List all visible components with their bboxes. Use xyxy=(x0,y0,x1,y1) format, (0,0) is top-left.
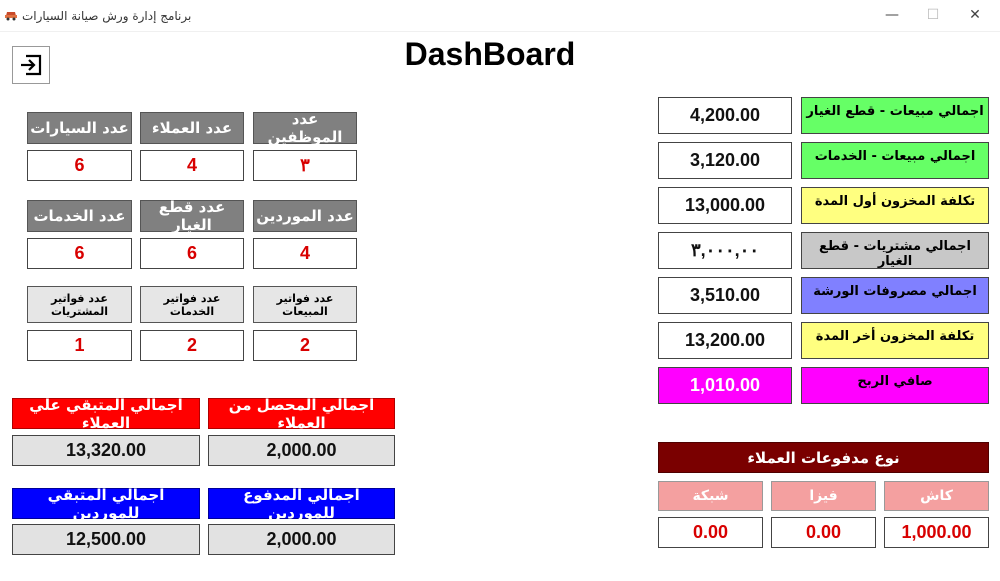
network-label: شبكة xyxy=(658,481,763,511)
cash-label: كاش xyxy=(884,481,989,511)
services-count-label: عدد الخدمات xyxy=(27,200,132,232)
sales-invoices-count-label: عدد فواتير المبيعات xyxy=(253,286,357,323)
parts-sales-label: اجمالي مبيعات - قطع الغيار xyxy=(801,97,989,134)
net-profit-value: 1,010.00 xyxy=(658,367,792,404)
parts-count-value: 6 xyxy=(140,238,244,269)
workshop-expenses-value: 3,510.00 xyxy=(658,277,792,314)
customers-remaining-value: 13,320.00 xyxy=(12,435,200,466)
customers-count-label: عدد العملاء xyxy=(140,112,244,144)
closing-stock-label: تكلفة المخزون أخر المدة xyxy=(801,322,989,359)
visa-label: فيزا xyxy=(771,481,876,511)
cars-count-label: عدد السيارات xyxy=(27,112,132,144)
closing-stock-value: 13,200.00 xyxy=(658,322,792,359)
suppliers-paid-value: 2,000.00 xyxy=(208,524,395,555)
suppliers-paid-label: اجمالي المدفوع للموردين xyxy=(208,486,395,522)
parts-purchases-value: ٣,٠٠٠,٠٠ xyxy=(658,232,792,269)
maximize-button[interactable]: ☐ xyxy=(918,4,948,26)
customers-collected-value: 2,000.00 xyxy=(208,435,395,466)
page-title: DashBoard xyxy=(404,36,576,72)
suppliers-remaining-value: 12,500.00 xyxy=(12,524,200,555)
services-sales-value: 3,120.00 xyxy=(658,142,792,179)
net-profit-label: صافي الربح xyxy=(801,367,989,404)
services-count-value: 6 xyxy=(27,238,132,269)
suppliers-remaining-label: اجمالي المتبقي للموردين xyxy=(12,486,200,522)
opening-stock-value: 13,000.00 xyxy=(658,187,792,224)
network-value: 0.00 xyxy=(658,517,763,548)
minimize-button[interactable]: — xyxy=(877,4,907,26)
service-invoices-count-label: عدد فواتير الخدمات xyxy=(140,286,244,323)
customers-collected-label: اجمالي المحصل من العملاء xyxy=(208,396,395,432)
customers-count-value: 4 xyxy=(140,150,244,181)
suppliers-count-value: 4 xyxy=(253,238,357,269)
employees-count-value: ٣ xyxy=(253,150,357,181)
window-titlebar: برنامج إدارة ورش صيانة السيارات — ☐ ✕ xyxy=(0,0,1000,32)
parts-purchases-label: اجمالي مشتريات - قطع الغيار xyxy=(801,232,989,269)
close-button[interactable]: ✕ xyxy=(960,4,990,26)
customers-remaining-label: اجمالي المتبقي علي العملاء xyxy=(12,396,200,432)
cash-value: 1,000.00 xyxy=(884,517,989,548)
purchase-invoices-count-label: عدد فواتير المشتريات xyxy=(27,286,132,323)
service-invoices-count-value: 2 xyxy=(140,330,244,361)
payments-title: نوع مدفوعات العملاء xyxy=(658,442,989,473)
workshop-expenses-label: اجمالي مصروفات الورشة xyxy=(801,277,989,314)
window-title: برنامج إدارة ورش صيانة السيارات xyxy=(22,9,192,23)
employees-count-label: عدد الموظفين xyxy=(253,110,357,146)
sales-invoices-count-value: 2 xyxy=(253,330,357,361)
purchase-invoices-count-value: 1 xyxy=(27,330,132,361)
visa-value: 0.00 xyxy=(771,517,876,548)
parts-sales-value: 4,200.00 xyxy=(658,97,792,134)
suppliers-count-label: عدد الموردين xyxy=(253,200,357,232)
logout-button[interactable] xyxy=(12,46,50,84)
opening-stock-label: تكلفة المخزون أول المدة xyxy=(801,187,989,224)
cars-count-value: 6 xyxy=(27,150,132,181)
parts-count-label: عدد قطع الغيار xyxy=(140,198,244,234)
logout-icon xyxy=(21,54,42,76)
services-sales-label: اجمالي مبيعات - الخدمات xyxy=(801,142,989,179)
